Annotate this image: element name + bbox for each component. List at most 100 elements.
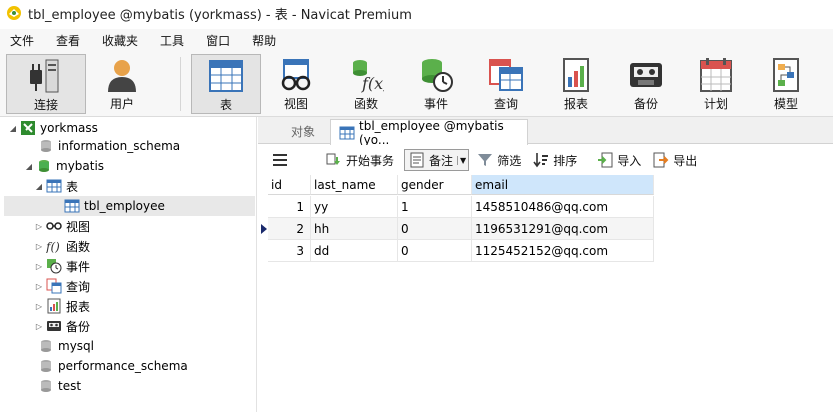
- tree-db-test[interactable]: test: [36, 376, 81, 396]
- cell-gender[interactable]: 1: [398, 196, 472, 218]
- hamburger-menu-button[interactable]: [268, 149, 296, 171]
- column-header-gender[interactable]: gender: [398, 175, 472, 195]
- begin-transaction-button[interactable]: 开始事务: [322, 149, 398, 171]
- backup-button[interactable]: 备份: [614, 54, 678, 114]
- filter-funnel-icon: [477, 152, 493, 168]
- memo-note-icon: [409, 152, 425, 168]
- menu-window[interactable]: 窗口: [195, 32, 241, 49]
- cell-gender[interactable]: 0: [398, 218, 472, 240]
- tree-label: tbl_employee: [84, 199, 165, 213]
- user-button[interactable]: 用户: [90, 54, 154, 114]
- tree-group-events[interactable]: ▷ 事件: [34, 256, 90, 276]
- connection-icon: [20, 120, 36, 136]
- cell-email[interactable]: 1458510486@qq.com: [472, 196, 654, 218]
- report-button[interactable]: 报表: [544, 54, 608, 114]
- tree-connection-yorkmass[interactable]: ◢ yorkmass: [8, 118, 98, 138]
- database-grey-icon: [38, 338, 54, 354]
- tree-table-tbl-employee[interactable]: tbl_employee: [4, 196, 255, 216]
- menu-favorites[interactable]: 收藏夹: [91, 32, 149, 49]
- cell-id[interactable]: 2: [268, 218, 311, 240]
- expand-arrow-icon[interactable]: ▷: [34, 302, 44, 311]
- cell-email[interactable]: 1125452152@qq.com: [472, 240, 654, 262]
- tree-label: 备份: [66, 319, 91, 334]
- model-diagram-icon: [766, 56, 806, 94]
- cell-id[interactable]: 3: [268, 240, 311, 262]
- export-button[interactable]: 导出: [649, 149, 701, 171]
- title-bar: tbl_employee @mybatis (yorkmass) - 表 - N…: [0, 0, 833, 26]
- user-icon: [102, 56, 142, 94]
- connect-button[interactable]: 连接: [6, 54, 86, 114]
- schedule-button[interactable]: 计划: [684, 54, 748, 114]
- expand-arrow-icon[interactable]: ▷: [34, 322, 44, 331]
- function-button[interactable]: f(x) 函数: [334, 54, 398, 114]
- tree-db-mybatis[interactable]: ◢ mybatis: [24, 156, 104, 176]
- table-row[interactable]: 3 dd 0 1125452152@qq.com: [268, 240, 654, 262]
- cell-last-name[interactable]: dd: [311, 240, 398, 262]
- tree-group-views[interactable]: ▷ 视图: [34, 216, 90, 236]
- table-button[interactable]: 表: [191, 54, 261, 114]
- event-button[interactable]: 事件: [404, 54, 468, 114]
- table-row[interactable]: 2 hh 0 1196531291@qq.com: [268, 218, 654, 240]
- expand-arrow-icon[interactable]: ▷: [34, 282, 44, 291]
- column-header-id[interactable]: id: [268, 175, 311, 195]
- tree-db-information-schema[interactable]: information_schema: [36, 136, 180, 156]
- tree-group-tables[interactable]: ◢ 表: [34, 176, 78, 196]
- tab-tbl-employee[interactable]: tbl_employee @mybatis (yo...: [330, 119, 528, 147]
- tree-label: information_schema: [58, 139, 181, 153]
- menu-view[interactable]: 查看: [45, 32, 91, 49]
- backup-tape-icon: [626, 56, 666, 94]
- tree-group-backups[interactable]: ▷ 备份: [34, 316, 90, 336]
- collapse-arrow-icon[interactable]: ◢: [34, 182, 44, 191]
- menu-tools[interactable]: 工具: [149, 32, 195, 49]
- tab-objects[interactable]: 对象: [272, 119, 334, 144]
- tree-db-mysql[interactable]: mysql: [36, 336, 94, 356]
- cell-gender[interactable]: 0: [398, 240, 472, 262]
- event-clock-icon: [416, 56, 456, 94]
- svg-text:f(x): f(x): [361, 74, 384, 93]
- filter-button[interactable]: 筛选: [473, 149, 525, 171]
- tree-group-queries[interactable]: ▷ 查询: [34, 276, 90, 296]
- expand-arrow-icon[interactable]: ▷: [34, 242, 44, 251]
- data-grid: id last_name gender email 1 yy 1 1458510…: [258, 175, 833, 412]
- table-row[interactable]: 1 yy 1 1458510486@qq.com: [268, 196, 654, 218]
- sort-button[interactable]: 排序: [529, 149, 581, 171]
- begin-transaction-label: 开始事务: [346, 153, 395, 168]
- main-toolbar: 连接 用户 表 视图 f(x 函数 事件 查询 报表 备份 计划 模型: [0, 51, 833, 117]
- collapse-arrow-icon[interactable]: ◢: [24, 162, 34, 171]
- column-header-last-name[interactable]: last_name: [311, 175, 398, 195]
- tree-label: performance_schema: [58, 359, 188, 373]
- function-fx-icon: f(x): [346, 56, 386, 94]
- function-icon: f(): [46, 238, 62, 254]
- memo-dropdown-icon[interactable]: ▼: [457, 155, 466, 165]
- connection-tree: ◢ yorkmass information_schema ◢ mybatis …: [0, 117, 257, 412]
- user-label: 用户: [109, 97, 134, 111]
- tree-label: mybatis: [56, 159, 105, 173]
- column-header-email[interactable]: email: [472, 175, 654, 195]
- expand-arrow-icon[interactable]: ▷: [34, 222, 44, 231]
- tree-db-performance-schema[interactable]: performance_schema: [36, 356, 188, 376]
- svg-text:f(): f(): [46, 240, 60, 253]
- connect-label: 连接: [33, 98, 58, 112]
- grid-header-row: id last_name gender email: [268, 175, 654, 195]
- cell-last-name[interactable]: hh: [311, 218, 398, 240]
- menu-help[interactable]: 帮助: [241, 32, 287, 49]
- import-button[interactable]: 导入: [593, 149, 645, 171]
- cell-last-name[interactable]: yy: [311, 196, 398, 218]
- tree-group-functions[interactable]: ▷ f() 函数: [34, 236, 90, 256]
- cell-email[interactable]: 1196531291@qq.com: [472, 218, 654, 240]
- tree-label: test: [58, 379, 82, 393]
- menu-file[interactable]: 文件: [0, 32, 45, 49]
- memo-button[interactable]: 备注 ▼: [404, 149, 470, 171]
- tab-label: 对象: [290, 125, 315, 139]
- collapse-arrow-icon[interactable]: ◢: [8, 124, 18, 133]
- tree-label: mysql: [58, 339, 94, 353]
- table-label: 表: [219, 98, 232, 112]
- sort-label: 排序: [553, 153, 578, 168]
- tree-group-reports[interactable]: ▷ 报表: [34, 296, 90, 316]
- query-button[interactable]: 查询: [474, 54, 538, 114]
- cell-id[interactable]: 1: [268, 196, 311, 218]
- tree-label: yorkmass: [40, 121, 98, 135]
- view-button[interactable]: 视图: [264, 54, 328, 114]
- model-button[interactable]: 模型: [754, 54, 818, 114]
- expand-arrow-icon[interactable]: ▷: [34, 262, 44, 271]
